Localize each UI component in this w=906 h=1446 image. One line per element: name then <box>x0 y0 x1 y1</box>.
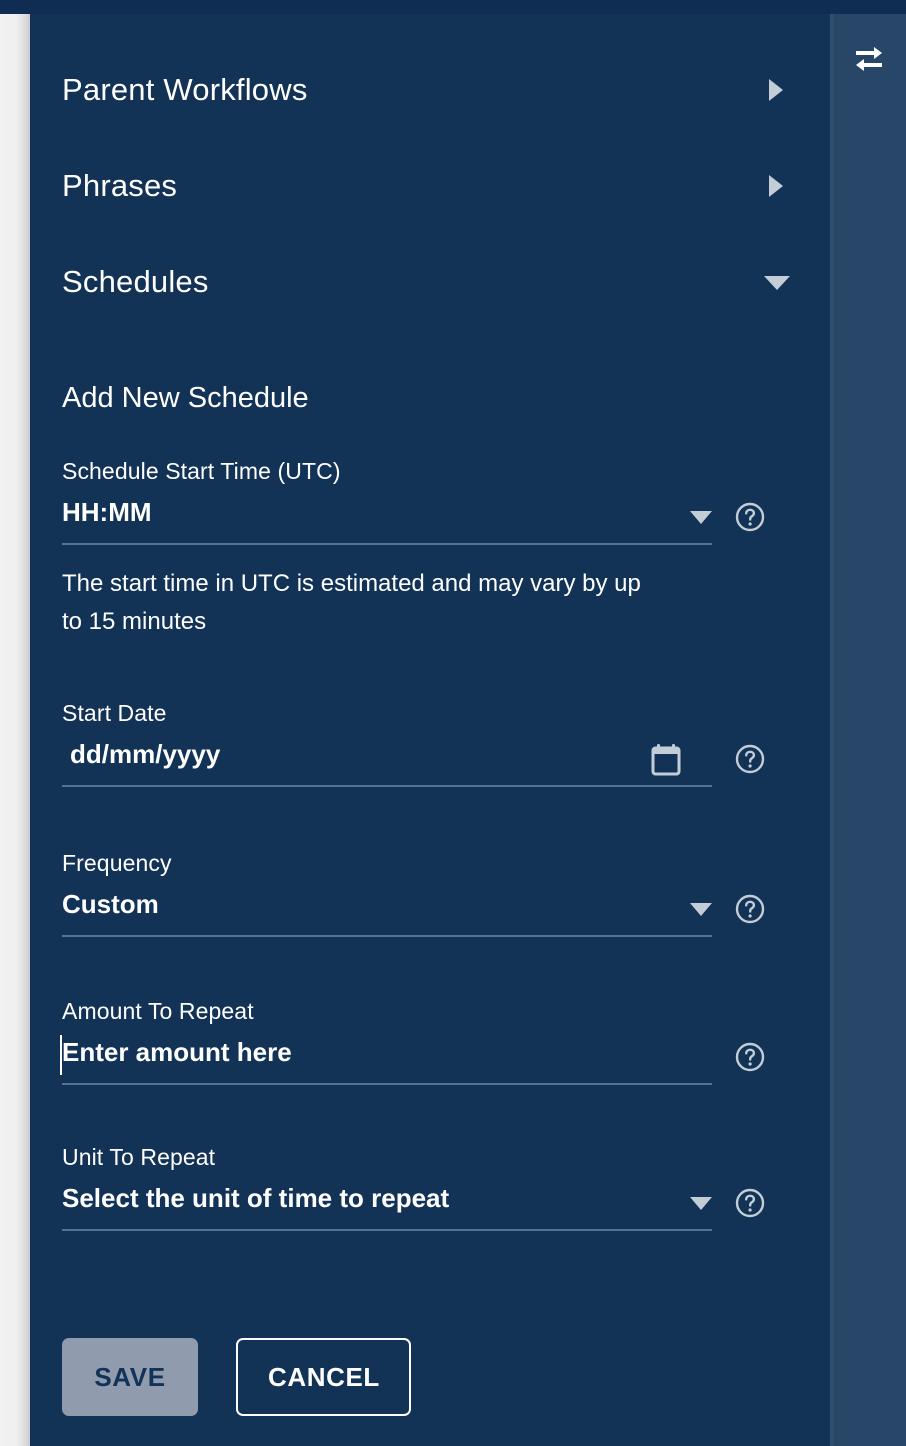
unit-to-repeat-value: Select the unit of time to repeat <box>62 1183 450 1213</box>
frequency-value: Custom <box>62 889 159 919</box>
chevron-down-icon[interactable] <box>690 511 712 524</box>
field-underline <box>62 1083 712 1085</box>
form-actions: SAVE CANCEL <box>62 1338 412 1416</box>
field-label: Start Date <box>62 700 167 726</box>
swap-horizontal-icon[interactable] <box>852 42 886 72</box>
accordion-item-label: Schedules <box>62 264 209 299</box>
schedule-start-time-hint: The start time in UTC is estimated and m… <box>62 570 641 635</box>
help-circle-icon[interactable] <box>734 501 766 533</box>
field-label: Schedule Start Time (UTC) <box>62 458 341 484</box>
field-underline <box>62 935 712 937</box>
accordion-item-schedules[interactable]: Schedules <box>30 234 830 330</box>
accordion-item-label: Parent Workflows <box>62 72 308 107</box>
chevron-right-icon[interactable] <box>764 79 786 101</box>
field-label: Unit To Repeat <box>62 1144 216 1170</box>
schedule-start-time-select[interactable]: HH:MM <box>62 497 712 545</box>
field-schedule-start-time: Schedule Start Time (UTC) HH:MM The star… <box>62 458 798 641</box>
field-amount-to-repeat: Amount To Repeat Enter amount here <box>60 998 798 1085</box>
accordion-item-parent-workflows[interactable]: Parent Workflows <box>30 42 830 138</box>
chevron-down-icon[interactable] <box>690 903 712 916</box>
amount-to-repeat-placeholder: Enter amount here <box>62 1037 292 1067</box>
field-underline <box>62 785 712 787</box>
field-underline <box>62 1229 712 1231</box>
field-unit-to-repeat: Unit To Repeat Select the unit of time t… <box>62 1144 798 1231</box>
schedule-start-time-value: HH:MM <box>62 497 152 527</box>
start-date-input[interactable]: dd/mm/yyyy <box>62 739 712 787</box>
accordion-list: Parent Workflows Phrases Schedules <box>30 42 830 330</box>
calendar-icon[interactable] <box>650 743 682 777</box>
help-circle-icon[interactable] <box>734 743 766 775</box>
chevron-down-icon[interactable] <box>690 1197 712 1210</box>
app-screen: Parent Workflows Phrases Schedules Add N… <box>0 0 906 1446</box>
frequency-select[interactable]: Custom <box>62 889 712 937</box>
form-title: Add New Schedule <box>62 382 309 414</box>
start-date-value: dd/mm/yyyy <box>70 739 221 769</box>
chevron-right-icon[interactable] <box>764 175 786 197</box>
help-circle-icon[interactable] <box>734 893 766 925</box>
top-band <box>0 0 906 14</box>
unit-to-repeat-select[interactable]: Select the unit of time to repeat <box>62 1183 712 1231</box>
right-panel-edge <box>830 14 834 1446</box>
field-label: Amount To Repeat <box>62 998 254 1024</box>
field-start-date: Start Date dd/mm/yyyy <box>62 700 798 787</box>
help-circle-icon[interactable] <box>734 1187 766 1219</box>
accordion-item-phrases[interactable]: Phrases <box>30 138 830 234</box>
accordion-item-label: Phrases <box>62 168 178 203</box>
save-button[interactable]: SAVE <box>62 1338 198 1416</box>
cancel-button[interactable]: CANCEL <box>236 1338 412 1416</box>
left-scroll-gutter[interactable] <box>0 14 30 1446</box>
help-circle-icon[interactable] <box>734 1041 766 1073</box>
field-label: Frequency <box>62 850 172 876</box>
amount-to-repeat-input[interactable]: Enter amount here <box>60 1035 712 1085</box>
right-side-panel[interactable] <box>830 14 906 1446</box>
field-frequency: Frequency Custom <box>62 850 798 937</box>
field-underline <box>62 543 712 545</box>
chevron-down-icon[interactable] <box>764 271 790 293</box>
